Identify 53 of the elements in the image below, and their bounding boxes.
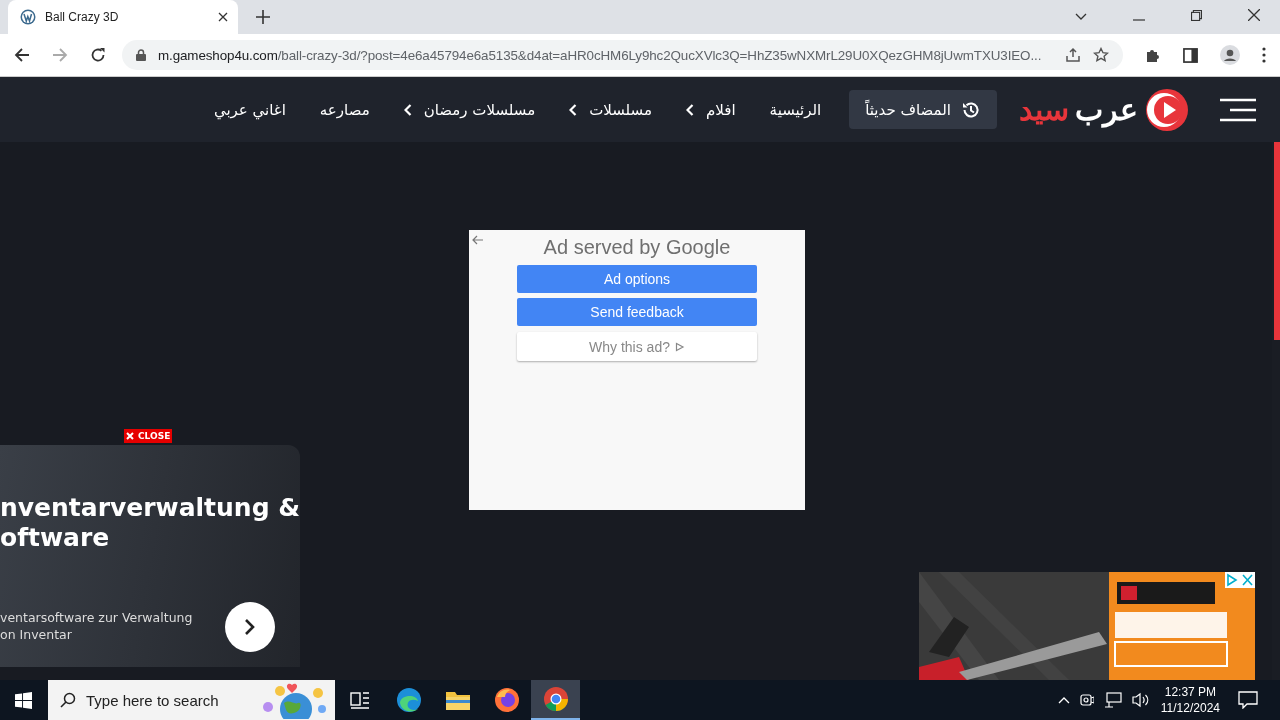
wordpress-icon	[20, 9, 36, 25]
puzzle-icon[interactable]	[1145, 47, 1161, 63]
close-ad-button[interactable]: CLOSE	[124, 429, 173, 443]
chevron-up-icon[interactable]	[1057, 696, 1070, 704]
chevron-right-icon	[244, 618, 256, 636]
why-this-ad-button[interactable]: Why this ad?	[517, 332, 757, 361]
ad-button[interactable]: Send feedback	[517, 298, 757, 326]
menu-icon[interactable]	[1220, 97, 1256, 122]
play-logo-icon	[1144, 86, 1190, 133]
nav-link[interactable]: مسلسلات رمضان	[403, 100, 536, 119]
nav-link[interactable]: الرئيسية	[769, 100, 822, 119]
close-icon[interactable]	[218, 12, 228, 22]
nav-link[interactable]: اغاني عربي	[213, 100, 286, 119]
nav-link[interactable]: افلام	[686, 100, 736, 119]
ad-title: Ad served by Google	[543, 236, 731, 259]
lock-icon[interactable]	[136, 49, 146, 61]
windows-start-icon[interactable]	[15, 691, 32, 709]
notification-icon[interactable]	[1238, 691, 1258, 709]
ad-choices-icon[interactable]	[1225, 572, 1255, 588]
nav-link[interactable]: مسلسلات	[569, 100, 652, 119]
back-icon[interactable]	[14, 47, 30, 63]
side-panel-icon[interactable]	[1183, 47, 1198, 63]
nav-link[interactable]: مصارعه	[319, 100, 370, 119]
play-outline-icon	[674, 341, 685, 352]
restore-icon[interactable]	[1191, 10, 1202, 21]
share-icon[interactable]	[1065, 47, 1081, 63]
logo-text: سيد	[1019, 92, 1069, 127]
network-icon[interactable]	[1103, 692, 1122, 708]
logo-text: عرب	[1075, 92, 1138, 127]
history-icon	[961, 99, 981, 120]
ad-card[interactable]: nventarverwaltung & oftware ventarsoftware zur Verwaltung on Inventar	[0, 445, 300, 667]
next-button[interactable]	[225, 602, 275, 652]
camera-icon[interactable]	[1079, 692, 1094, 708]
browser-tab[interactable]: Ball Crazy 3D	[8, 0, 238, 34]
clock-date: 11/12/2024	[1160, 700, 1220, 716]
search-icon	[60, 692, 76, 708]
chevron-down-icon[interactable]	[1075, 13, 1087, 21]
speaker-icon[interactable]	[1131, 692, 1150, 708]
more-icon[interactable]	[1262, 47, 1266, 63]
clock-time: 12:37 PM	[1164, 684, 1217, 700]
close-icon[interactable]	[1248, 9, 1260, 21]
reload-icon[interactable]	[90, 47, 106, 63]
search-field[interactable]: Type here to search	[48, 680, 335, 720]
ad-headline: nventarverwaltung & oftware	[0, 493, 301, 553]
plus-icon[interactable]	[256, 10, 270, 24]
ad-button[interactable]: Ad options	[517, 265, 757, 293]
chrome-icon[interactable]	[531, 680, 580, 720]
recently-added-button[interactable]: المضاف حديثاً	[849, 90, 997, 129]
star-icon[interactable]	[1093, 47, 1109, 63]
profile-icon[interactable]	[1220, 45, 1240, 65]
ad-description: ventarsoftware zur Verwaltung on Inventar	[0, 609, 193, 643]
back-arrow-icon[interactable]	[472, 235, 484, 245]
close-icon	[126, 432, 134, 440]
